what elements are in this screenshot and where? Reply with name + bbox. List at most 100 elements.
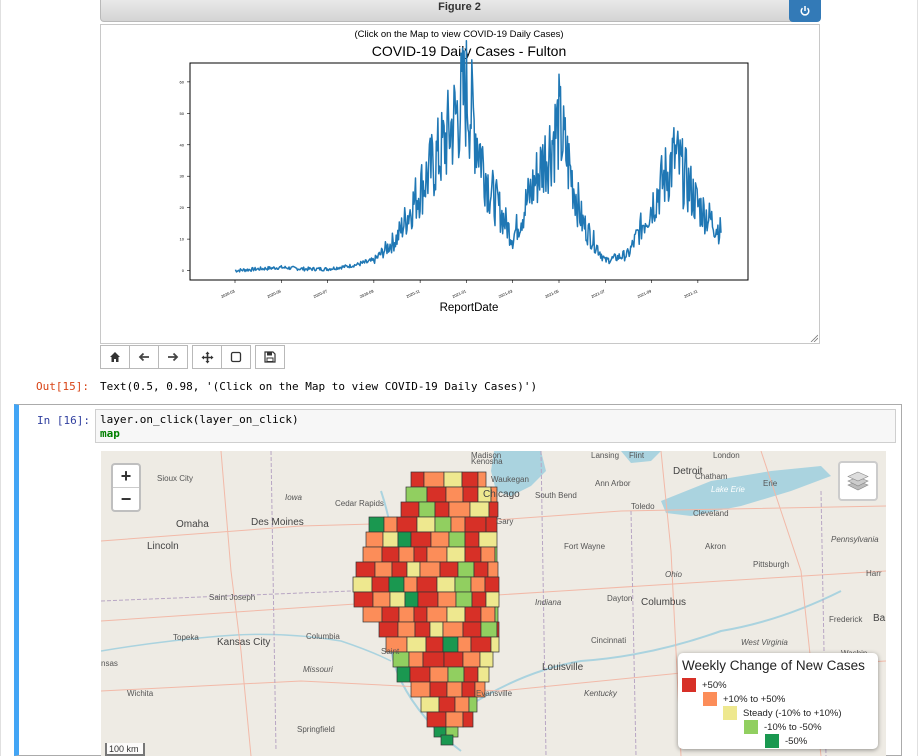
- zoom-out-button[interactable]: −: [113, 488, 139, 510]
- close-figure-button[interactable]: [789, 0, 821, 22]
- county-shape[interactable]: [413, 546, 428, 563]
- county-shape[interactable]: [408, 651, 424, 668]
- county-shape[interactable]: [416, 516, 436, 533]
- county-shape[interactable]: [365, 531, 384, 548]
- county-shape[interactable]: [383, 516, 398, 533]
- county-shape[interactable]: [485, 591, 500, 608]
- county-shape[interactable]: [464, 606, 482, 623]
- county-shape[interactable]: [397, 621, 416, 638]
- county-shape[interactable]: [480, 606, 496, 623]
- county-shape[interactable]: [454, 696, 470, 713]
- county-shape[interactable]: [381, 546, 400, 563]
- county-shape[interactable]: [464, 546, 482, 563]
- county-shape[interactable]: [468, 696, 478, 713]
- resize-handle[interactable]: [810, 334, 818, 342]
- county-shape[interactable]: [463, 666, 479, 683]
- county-shape[interactable]: [426, 606, 448, 623]
- county-shape[interactable]: [494, 546, 498, 563]
- county-shape[interactable]: [406, 636, 427, 653]
- county-shape[interactable]: [422, 651, 445, 668]
- county-shape[interactable]: [436, 576, 456, 593]
- county-shape[interactable]: [418, 501, 436, 518]
- county-shape[interactable]: [405, 486, 428, 503]
- county-shape[interactable]: [439, 561, 459, 578]
- county-shape[interactable]: [425, 636, 444, 653]
- county-shape[interactable]: [381, 606, 400, 623]
- county-shape[interactable]: [443, 471, 463, 488]
- county-shape[interactable]: [470, 636, 492, 653]
- county-shape[interactable]: [398, 606, 415, 623]
- county-shape[interactable]: [477, 666, 490, 683]
- county-shape[interactable]: [353, 591, 374, 608]
- county-shape[interactable]: [455, 591, 473, 608]
- county-shape[interactable]: [413, 606, 428, 623]
- county-shape[interactable]: [443, 651, 464, 668]
- figure-canvas[interactable]: (Click on the Map to view COVID-19 Daily…: [100, 24, 820, 344]
- county-shape[interactable]: [429, 681, 448, 698]
- county-shape[interactable]: [461, 681, 476, 698]
- county-shape[interactable]: [490, 636, 500, 653]
- zoom-rect-button[interactable]: [221, 345, 251, 369]
- county-shape[interactable]: [426, 546, 448, 563]
- county-shape[interactable]: [389, 591, 406, 608]
- county-shape[interactable]: [464, 516, 487, 533]
- county-shape[interactable]: [480, 546, 496, 563]
- county-shape[interactable]: [454, 576, 472, 593]
- county-shape[interactable]: [488, 501, 499, 518]
- county-shape[interactable]: [446, 681, 463, 698]
- county-shape[interactable]: [487, 561, 499, 578]
- county-shape[interactable]: [430, 531, 450, 548]
- county-shape[interactable]: [352, 576, 373, 593]
- county-shape[interactable]: [445, 486, 464, 503]
- county-shape[interactable]: [397, 531, 412, 548]
- county-shape[interactable]: [429, 621, 444, 638]
- map-widget[interactable]: Madison Kenosha Lansing Flint London Det…: [101, 451, 886, 756]
- county-shape[interactable]: [410, 681, 431, 698]
- county-shape[interactable]: [471, 591, 487, 608]
- county-shape[interactable]: [398, 546, 415, 563]
- county-shape[interactable]: [445, 711, 464, 728]
- county-shape[interactable]: [457, 636, 472, 653]
- county-shape[interactable]: [448, 531, 466, 548]
- county-shape[interactable]: [484, 576, 500, 593]
- county-shape[interactable]: [448, 501, 471, 518]
- county-shape[interactable]: [362, 606, 383, 623]
- forward-button[interactable]: [158, 345, 188, 369]
- county-shape[interactable]: [462, 621, 482, 638]
- save-button[interactable]: [255, 345, 285, 369]
- pan-button[interactable]: [192, 345, 222, 369]
- county-shape[interactable]: [496, 621, 500, 638]
- county-shape[interactable]: [442, 621, 464, 638]
- county-shape[interactable]: [404, 591, 419, 608]
- county-shape[interactable]: [382, 531, 399, 548]
- county-shape[interactable]: [461, 471, 479, 488]
- county-shape[interactable]: [464, 531, 480, 548]
- county-shape[interactable]: [378, 621, 399, 638]
- county-shape[interactable]: [450, 516, 466, 533]
- county-shape[interactable]: [406, 561, 421, 578]
- county-shape[interactable]: [438, 696, 456, 713]
- layers-button[interactable]: [838, 461, 878, 501]
- county-shape[interactable]: [434, 516, 452, 533]
- county-shape[interactable]: [426, 711, 447, 728]
- illinois-counties[interactable]: [352, 471, 500, 746]
- county-shape[interactable]: [426, 486, 447, 503]
- county-shape[interactable]: [478, 531, 498, 548]
- county-shape[interactable]: [446, 606, 466, 623]
- county-shape[interactable]: [469, 501, 490, 518]
- county-shape[interactable]: [442, 636, 459, 653]
- county-shape[interactable]: [414, 621, 431, 638]
- county-shape[interactable]: [479, 651, 494, 668]
- county-shape[interactable]: [355, 561, 376, 578]
- county-shape[interactable]: [447, 666, 465, 683]
- county-shape[interactable]: [437, 591, 457, 608]
- county-shape[interactable]: [362, 546, 383, 563]
- county-shape[interactable]: [494, 606, 499, 623]
- county-shape[interactable]: [396, 516, 418, 533]
- county-shape[interactable]: [416, 576, 438, 593]
- county-shape[interactable]: [388, 576, 405, 593]
- county-shape[interactable]: [400, 501, 420, 518]
- county-shape[interactable]: [417, 591, 439, 608]
- county-shape[interactable]: [429, 666, 449, 683]
- county-shape[interactable]: [440, 734, 454, 746]
